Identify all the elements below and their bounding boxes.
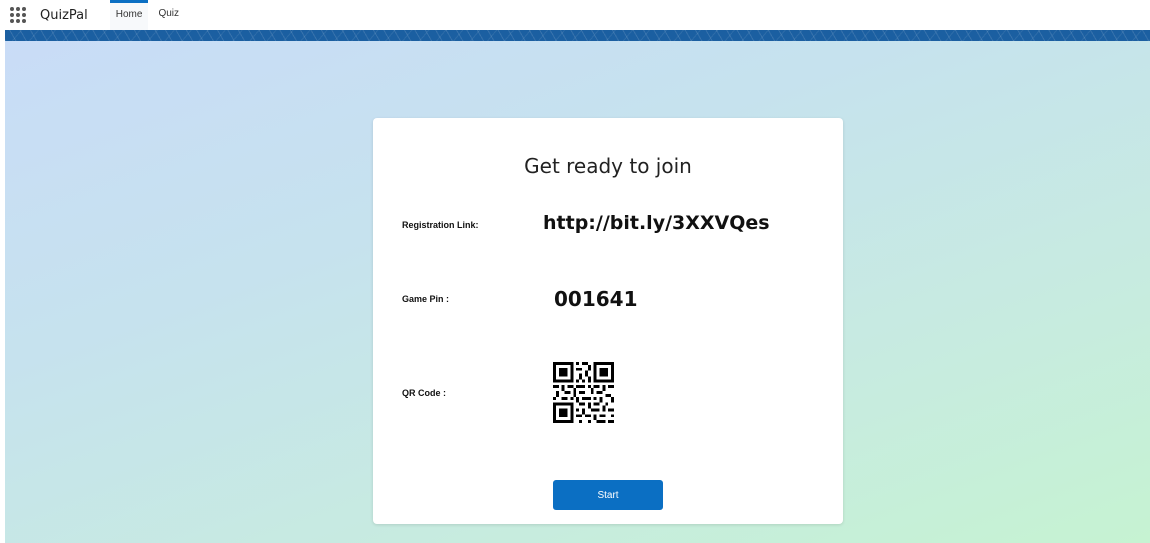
qr-code-image: [553, 362, 614, 423]
registration-link-label: Registration Link:: [402, 220, 479, 230]
join-card: Get ready to join Registration Link: htt…: [373, 118, 843, 524]
qr-code-label: QR Code :: [402, 388, 446, 398]
header-banner: [5, 30, 1150, 41]
tab-quiz[interactable]: Quiz: [152, 0, 185, 30]
game-pin-label: Game Pin :: [402, 294, 450, 304]
game-pin-value: 001641: [554, 287, 638, 311]
top-navigation-bar: QuizPal Home Quiz: [0, 0, 1150, 30]
app-launcher-icon[interactable]: [10, 7, 26, 23]
start-button[interactable]: Start: [553, 480, 663, 510]
banner-pattern: [5, 30, 1150, 41]
app-name: QuizPal: [40, 7, 88, 23]
card-title: Get ready to join: [524, 154, 692, 178]
registration-link-value[interactable]: http://bit.ly/3XXVQes: [543, 212, 770, 234]
tab-home[interactable]: Home: [109, 0, 149, 30]
